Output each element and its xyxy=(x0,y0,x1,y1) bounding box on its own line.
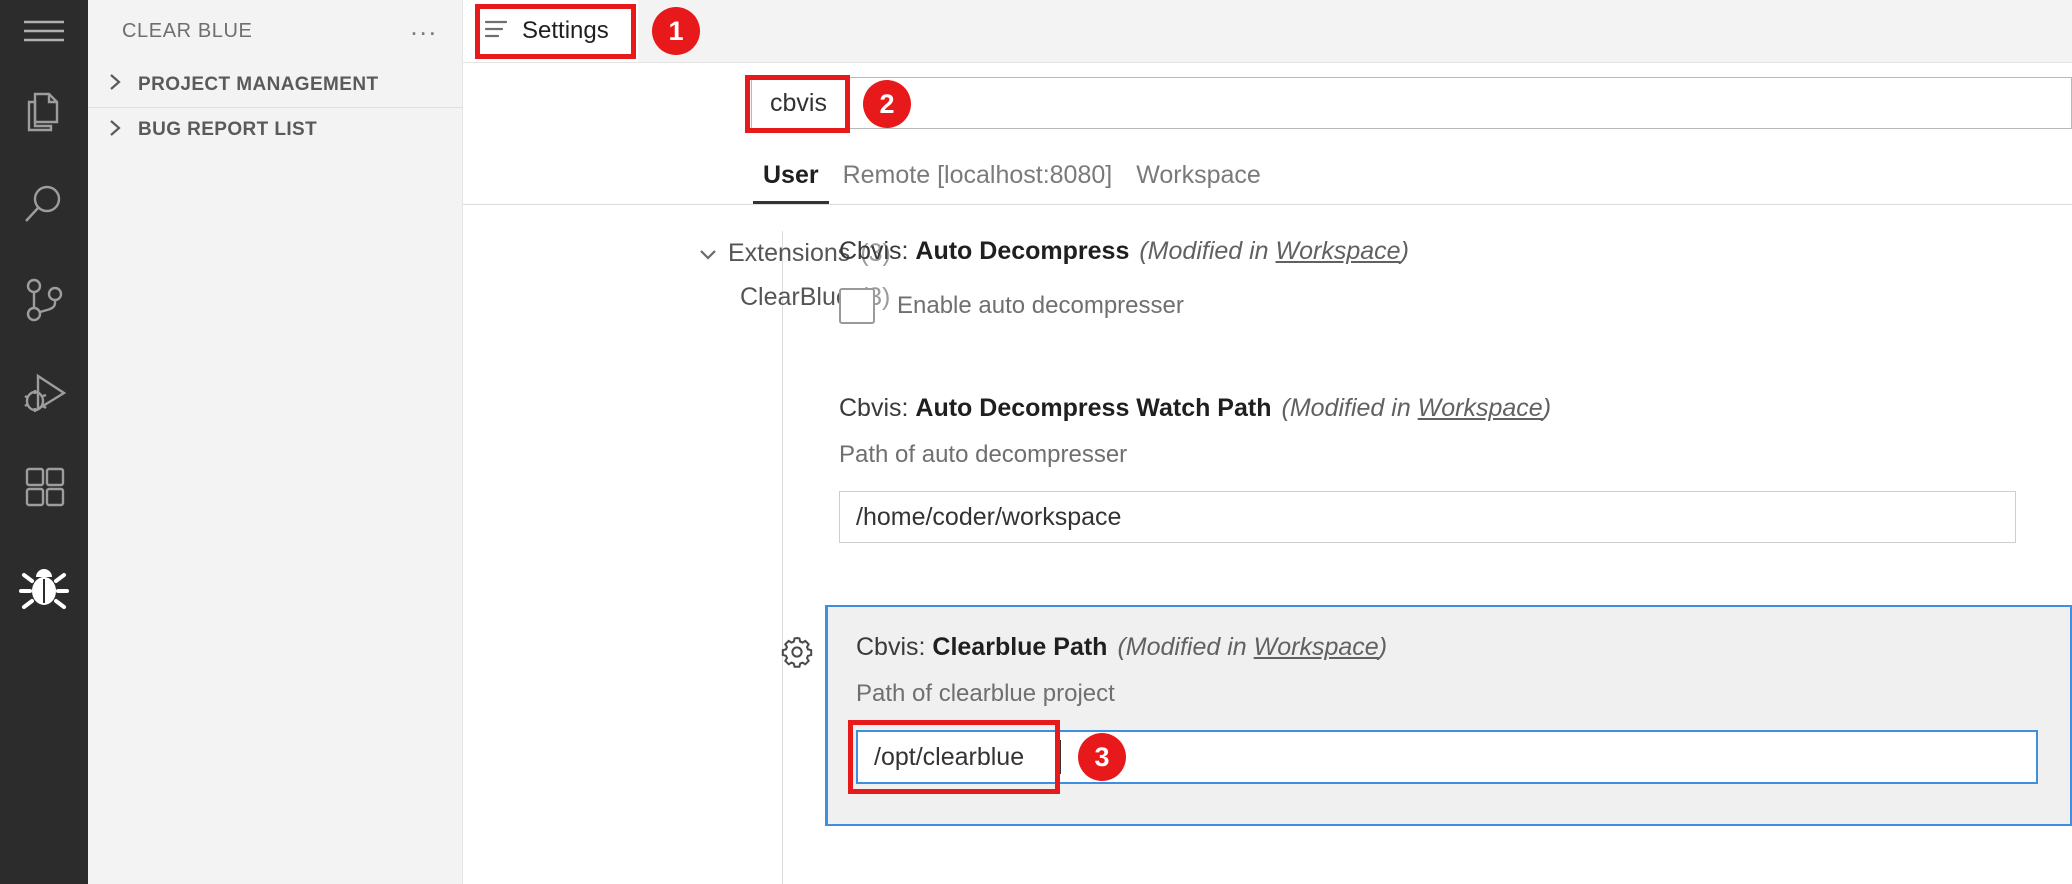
sidebar-more-actions-icon[interactable]: ... xyxy=(410,21,438,41)
run-and-debug-icon[interactable] xyxy=(0,347,88,442)
setting-name: Clearblue Path xyxy=(932,633,1107,661)
setting-name: Auto Decompress xyxy=(915,237,1129,265)
tab-label: Settings xyxy=(522,17,609,45)
sidebar-section-label: BUG REPORT LIST xyxy=(138,119,317,141)
annotation-badge-1: 1 xyxy=(652,7,700,55)
modified-scope-link[interactable]: Workspace xyxy=(1418,394,1543,422)
modified-scope-link[interactable]: Workspace xyxy=(1254,633,1379,661)
modified-scope-link[interactable]: Workspace xyxy=(1276,237,1401,265)
chevron-down-icon xyxy=(698,239,718,268)
setting-row-auto-decompress-watch-path: Cbvis: Auto Decompress Watch Path (Modifi… xyxy=(783,394,2072,543)
settings-tree: Extensions (3) ClearBlue (3) xyxy=(463,231,783,884)
modified-prefix: (Modified in xyxy=(1139,237,1275,265)
setting-title: Cbvis: Clearblue Path (Modified in Worksp… xyxy=(856,633,2070,662)
vscode-window: CLEAR BLUE ... PROJECT MANAGEMENT BUG RE… xyxy=(0,0,2072,884)
setting-value-input-focused[interactable] xyxy=(856,730,2038,784)
extensions-icon[interactable] xyxy=(0,442,88,537)
annotation-badge-3: 3 xyxy=(1078,733,1126,781)
settings-lines-icon xyxy=(483,18,509,45)
tab-settings[interactable]: Settings xyxy=(463,0,638,62)
setting-prefix: Cbvis: xyxy=(839,394,915,422)
chevron-right-icon xyxy=(108,72,126,97)
setting-checkbox-label: Enable auto decompresser xyxy=(897,292,1184,320)
explorer-icon[interactable] xyxy=(0,62,88,157)
settings-panes: Extensions (3) ClearBlue (3) Cbvis: Auto… xyxy=(463,205,2072,884)
setting-prefix: Cbvis: xyxy=(839,237,915,265)
activity-bar xyxy=(0,0,88,884)
setting-title: Cbvis: Auto Decompress (Modified in Works… xyxy=(839,237,2072,266)
tab-user[interactable]: User xyxy=(751,161,831,204)
search-icon[interactable] xyxy=(0,157,88,252)
modified-suffix: ) xyxy=(1543,394,1551,422)
settings-search-input[interactable] xyxy=(751,77,2072,129)
setting-modified-note: (Modified in Workspace) xyxy=(1282,394,1552,422)
sidebar-section-label: PROJECT MANAGEMENT xyxy=(138,74,379,96)
clearblue-bug-icon[interactable] xyxy=(0,537,88,632)
modified-suffix: ) xyxy=(1401,237,1409,265)
chevron-right-icon xyxy=(108,118,126,143)
settings-scope-tabs: User Remote [localhost:8080] Workspace xyxy=(463,143,2072,205)
annotation-badge-2: 2 xyxy=(863,80,911,128)
setting-modified-note: (Modified in Workspace) xyxy=(1139,237,1409,265)
setting-checkbox-row[interactable]: Enable auto decompresser xyxy=(839,288,2072,324)
setting-title: Cbvis: Auto Decompress Watch Path (Modifi… xyxy=(839,394,2072,423)
setting-row-auto-decompress: Cbvis: Auto Decompress (Modified in Works… xyxy=(783,237,2072,324)
setting-description: Path of auto decompresser xyxy=(839,441,2072,469)
hamburger-menu-icon[interactable] xyxy=(0,0,88,62)
setting-value-input-wrap: 3 xyxy=(856,730,2038,784)
editor-tab-bar: Settings 1 xyxy=(463,0,2072,63)
source-control-icon[interactable] xyxy=(0,252,88,347)
settings-editor: 2 User Remote [localhost:8080] Workspace xyxy=(463,63,2072,884)
setting-value-input[interactable] xyxy=(839,491,2016,543)
settings-list: Cbvis: Auto Decompress (Modified in Works… xyxy=(783,231,2072,884)
setting-name: Auto Decompress Watch Path xyxy=(915,394,1271,422)
tree-item-extensions[interactable]: Extensions (3) xyxy=(698,231,782,275)
gear-icon[interactable] xyxy=(780,635,814,669)
setting-modified-note: (Modified in Workspace) xyxy=(1117,633,1387,661)
setting-prefix: Cbvis: xyxy=(856,633,932,661)
sidebar-section-bug-report-list[interactable]: BUG REPORT LIST xyxy=(88,107,462,152)
sidebar-section-project-management[interactable]: PROJECT MANAGEMENT xyxy=(88,62,462,107)
text-cursor xyxy=(1059,740,1061,774)
editor-area: Settings 1 2 User Remote [localhost:8080… xyxy=(463,0,2072,884)
sidebar-title: CLEAR BLUE xyxy=(122,20,253,43)
setting-description: Path of clearblue project xyxy=(856,680,2070,708)
setting-checkbox[interactable] xyxy=(839,288,875,324)
modified-prefix: (Modified in xyxy=(1282,394,1418,422)
tab-workspace[interactable]: Workspace xyxy=(1124,161,1273,204)
setting-row-clearblue-path: Cbvis: Clearblue Path (Modified in Worksp… xyxy=(825,605,2072,826)
tree-item-clearblue[interactable]: ClearBlue (3) xyxy=(698,275,782,319)
modified-prefix: (Modified in xyxy=(1117,633,1253,661)
settings-search-row: 2 xyxy=(463,63,2072,143)
modified-suffix: ) xyxy=(1379,633,1387,661)
tab-remote[interactable]: Remote [localhost:8080] xyxy=(831,161,1125,204)
side-bar: CLEAR BLUE ... PROJECT MANAGEMENT BUG RE… xyxy=(88,0,463,884)
sidebar-header: CLEAR BLUE ... xyxy=(88,0,462,62)
